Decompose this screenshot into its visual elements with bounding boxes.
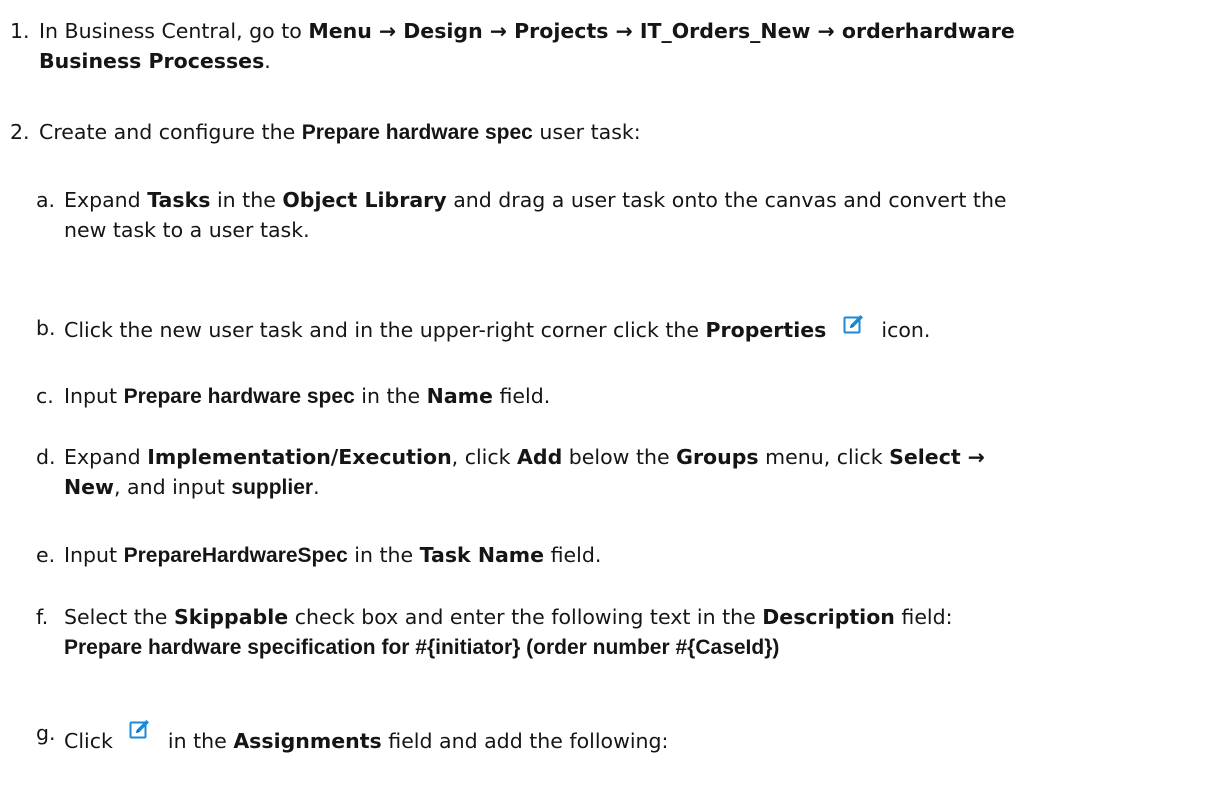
substep-letter: g. xyxy=(36,721,56,745)
step-1: 1. In Business Central, go to Menu → Des… xyxy=(10,16,1209,76)
substep-c: c. Input Prepare hardware spec in the Na… xyxy=(36,381,1214,412)
name-field-label: Name xyxy=(426,384,493,408)
task-name-field-label: Task Name xyxy=(419,543,545,567)
step-text: Create and configure the xyxy=(39,120,296,144)
substep-letter: f. xyxy=(36,605,49,629)
substep-e: e. Input PrepareHardwareSpec in the Task… xyxy=(36,540,1214,571)
substep-a: a. Expand Tasks in the Object Library an… xyxy=(36,185,1214,245)
description-label: Description xyxy=(762,605,895,629)
add-label: Add xyxy=(517,445,563,469)
supplier-value: supplier xyxy=(231,476,314,499)
step-number: 2. xyxy=(10,120,30,144)
substep-letter: e. xyxy=(36,543,56,567)
substep-letter: c. xyxy=(36,384,54,408)
step-number: 1. xyxy=(10,19,30,43)
step-2: 2. Create and configure the Prepare hard… xyxy=(10,117,1209,148)
implementation-label: Implementation/Execution xyxy=(147,445,452,469)
task-name: Prepare hardware spec xyxy=(301,121,533,144)
properties-label: Properties xyxy=(705,318,827,342)
step-text: In Business Central, go to xyxy=(39,19,302,43)
tasks-label: Tasks xyxy=(147,188,211,212)
substep-b: b. Click the new user task and in the up… xyxy=(36,313,1214,345)
input-value: Prepare hardware spec xyxy=(123,385,355,408)
groups-label: Groups xyxy=(676,445,759,469)
object-library-label: Object Library xyxy=(282,188,447,212)
document-page: 1. In Business Central, go to Menu → Des… xyxy=(0,0,1229,791)
edit-icon xyxy=(129,718,151,740)
substep-d: d. Expand Implementation/Execution, clic… xyxy=(36,442,1214,503)
edit-icon xyxy=(843,313,865,335)
substep-f: f. Select the Skippable check box and en… xyxy=(36,602,1214,663)
input-value: PrepareHardwareSpec xyxy=(123,544,348,567)
skippable-label: Skippable xyxy=(173,605,289,629)
substep-letter: a. xyxy=(36,188,56,212)
substep-g: g. Click in the Assignments field and ad… xyxy=(36,718,1214,756)
menu-path: Menu → Design → Projects → IT_Orders_New… xyxy=(308,19,1015,43)
substep-letter: d. xyxy=(36,445,56,469)
description-text: Prepare hardware specification for #{ini… xyxy=(64,636,780,659)
select-label: Select → xyxy=(889,445,985,469)
substep-letter: b. xyxy=(36,316,56,340)
menu-path-end: Business Processes xyxy=(39,49,265,73)
assignments-label: Assignments xyxy=(233,729,382,753)
new-label: New xyxy=(64,475,114,499)
